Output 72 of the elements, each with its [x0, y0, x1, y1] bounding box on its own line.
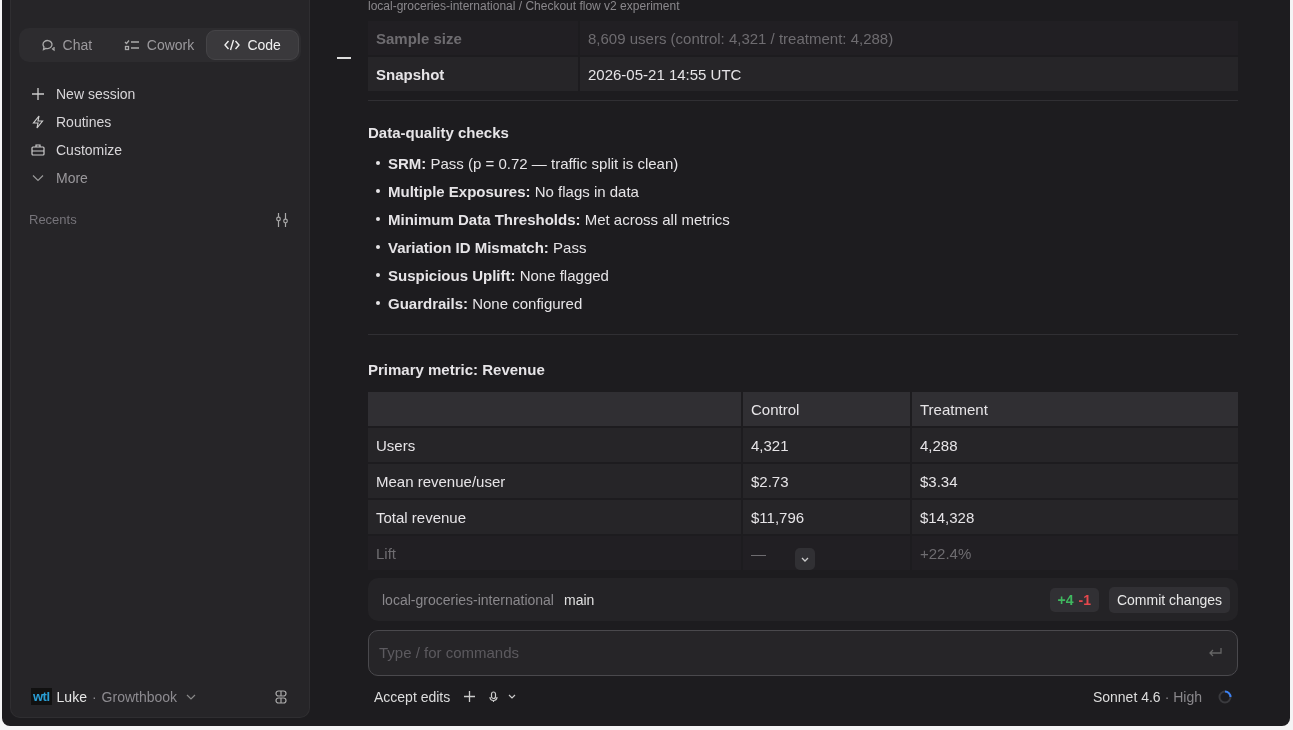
table-cell: 4,321: [743, 428, 910, 463]
briefcase-icon: [31, 144, 45, 156]
bullet-dot: [376, 245, 380, 250]
table-cell: $11,796: [743, 500, 910, 535]
check-item: Minimum Data Thresholds: Met across all metrics: [388, 210, 730, 228]
org-logo: wtl: [31, 688, 52, 705]
section-heading: Data-quality checks: [368, 124, 510, 142]
table-cell: Snapshot: [368, 57, 578, 92]
table-cell: $14,328: [912, 500, 1238, 535]
section-heading: Primary metric: Revenue: [368, 361, 546, 379]
add-button[interactable]: [464, 691, 476, 703]
commit-button[interactable]: Commit changes: [1108, 586, 1230, 613]
sidebar-item[interactable]: Routines: [31, 108, 301, 136]
branch-name: main: [564, 591, 595, 608]
collapse-icon[interactable]: [337, 57, 351, 60]
code-icon: [224, 39, 241, 51]
bullet-dot: [376, 301, 380, 306]
check-item: Guardrails: None configured: [388, 294, 583, 312]
table-cell: $2.73: [743, 464, 910, 499]
chat-bubble-icon: [40, 38, 56, 52]
check-item: SRM: Pass (p = 0.72 — traffic split is clean): [388, 154, 679, 172]
column-header: Treatment: [912, 392, 1238, 427]
enter-icon: [1208, 647, 1222, 658]
separator-dot: ·: [91, 688, 97, 705]
bullet-dot: [376, 161, 380, 166]
checklist-icon: [123, 39, 140, 51]
bullet-dot: [376, 273, 380, 278]
account-menu[interactable]: wtl Luke · Growthbook: [31, 688, 197, 705]
table-cell: +22.4%: [912, 536, 1238, 571]
chevron-icon: [186, 693, 197, 700]
filter-sliders-icon[interactable]: [275, 212, 289, 227]
user-name: Luke: [56, 688, 87, 705]
check-item: Suspicious Uplift: None flagged: [388, 266, 609, 284]
chevron-icon: [31, 174, 45, 182]
section-label: Recents: [29, 212, 77, 227]
table-cell: Total revenue: [368, 500, 741, 535]
table-cell: $3.34: [912, 464, 1238, 499]
bullet-dot: [376, 217, 380, 222]
bolt-icon: [31, 115, 45, 129]
table-cell: Users: [368, 428, 741, 463]
column-header: Control: [743, 392, 910, 427]
mode-tab[interactable]: Chat: [21, 30, 112, 60]
repo-name: local-groceries-international: [382, 591, 554, 608]
caret-icon: [508, 694, 517, 700]
mode-tab[interactable]: Code: [206, 30, 299, 60]
sidebar-item[interactable]: More: [31, 164, 301, 192]
microphone-button[interactable]: [489, 690, 517, 703]
microphone-icon: [489, 690, 499, 703]
layout-icon[interactable]: [275, 689, 287, 704]
sidebar-item[interactable]: Customize: [31, 136, 301, 164]
chevron-down-icon: [801, 556, 809, 562]
table-cell: —: [743, 536, 910, 571]
org-name: Growthbook: [101, 688, 178, 705]
model-selector[interactable]: Sonnet 4.6 · High: [1092, 688, 1202, 705]
spinner-icon: [1218, 689, 1232, 704]
table-cell: Mean revenue/user: [368, 464, 741, 499]
plus-icon: [31, 88, 45, 100]
table-cell: 8,609 users (control: 4,321 / treatment: 4,288): [580, 21, 1238, 56]
table-cell: Lift: [368, 536, 741, 571]
table-cell: Sample size: [368, 21, 578, 56]
table-cell: 4,288: [912, 428, 1238, 463]
added-lines-count: +4: [1057, 591, 1074, 608]
bullet-dot: [376, 189, 380, 194]
mode-tab[interactable]: Cowork: [113, 30, 205, 60]
check-item: Multiple Exposures: No flags in data: [388, 182, 639, 200]
removed-lines-count: -1: [1078, 591, 1091, 608]
check-item: Variation ID Mismatch: Pass: [388, 238, 587, 256]
sidebar-item[interactable]: New session: [31, 80, 301, 108]
breadcrumb: local-groceries-international / Checkout flow v2 experiment: [368, 0, 681, 14]
table-cell: 2026-05-21 14:55 UTC: [580, 57, 1238, 92]
mode-button[interactable]: Accept edits: [374, 688, 451, 705]
scroll-down-button[interactable]: [795, 548, 815, 571]
